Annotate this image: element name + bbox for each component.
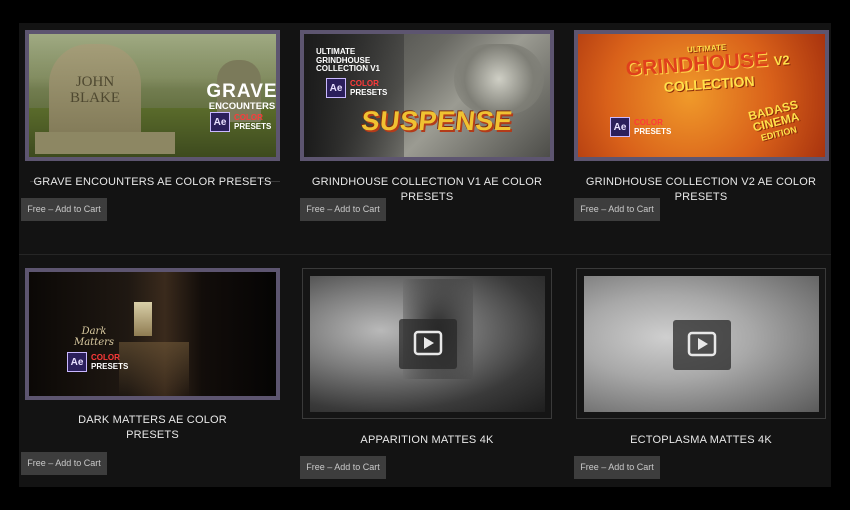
row-divider: [19, 254, 831, 255]
add-to-cart-button[interactable]: Free – Add to Cart: [574, 456, 660, 479]
thumb-script-title: Dark Matters: [73, 326, 115, 348]
thumb-headline: GRAVE ENCOUNTERS: [206, 81, 278, 112]
add-to-cart-button[interactable]: Free – Add to Cart: [21, 198, 107, 221]
after-effects-icon: Ae: [326, 78, 346, 98]
thumb-top-text: ULTIMATE GRINDHOUSE V2 COLLECTION: [625, 42, 791, 96]
product-thumbnail-grindhouse-v1[interactable]: ULTIMATE GRINDHOUSE COLLECTION V1 Ae COL…: [300, 30, 554, 161]
thumb-top-text: ULTIMATE GRINDHOUSE COLLECTION V1: [316, 47, 381, 73]
video-thumbnail-ectoplasma[interactable]: [576, 268, 826, 419]
after-effects-icon: Ae: [67, 352, 87, 372]
ae-badge-text: COLOR PRESETS: [634, 118, 672, 136]
product-title[interactable]: APPARITION MATTES 4K: [302, 433, 552, 448]
product-title[interactable]: ECTOPLASMA MATTES 4K: [576, 433, 826, 448]
product-title[interactable]: GRAVE ENCOUNTERS AE COLOR PRESETS: [25, 175, 280, 190]
video-thumbnail-apparition[interactable]: [302, 268, 552, 419]
product-thumbnail-grindhouse-v2[interactable]: ULTIMATE GRINDHOUSE V2 COLLECTION Ae COL…: [574, 30, 829, 161]
after-effects-icon: Ae: [210, 112, 230, 132]
product-thumbnail-dark-matters[interactable]: Dark Matters Ae COLOR PRESETS: [25, 268, 280, 400]
add-to-cart-button[interactable]: Free – Add to Cart: [300, 198, 386, 221]
product-thumbnail-grave-encounters[interactable]: JOHN BLAKE GRAVE ENCOUNTERS Ae COLOR PRE…: [25, 30, 280, 161]
ae-badge-text: COLOR PRESETS: [91, 353, 129, 371]
after-effects-icon: Ae: [610, 117, 630, 137]
play-button[interactable]: [673, 320, 731, 370]
tombstone-text: JOHN BLAKE: [70, 74, 120, 106]
play-button[interactable]: [399, 319, 457, 369]
add-to-cart-button[interactable]: Free – Add to Cart: [300, 456, 386, 479]
add-to-cart-button[interactable]: Free – Add to Cart: [21, 452, 107, 475]
thumb-headline: SUSPENSE: [359, 106, 515, 136]
product-title[interactable]: DARK MATTERS AE COLOR PRESETS: [25, 413, 280, 443]
ae-badge-text: COLOR PRESETS: [234, 113, 272, 131]
add-to-cart-button[interactable]: Free – Add to Cart: [574, 198, 660, 221]
thumb-badge-text: BADASS CINEMA EDITION: [746, 97, 801, 143]
ae-badge-text: COLOR PRESETS: [350, 79, 388, 97]
